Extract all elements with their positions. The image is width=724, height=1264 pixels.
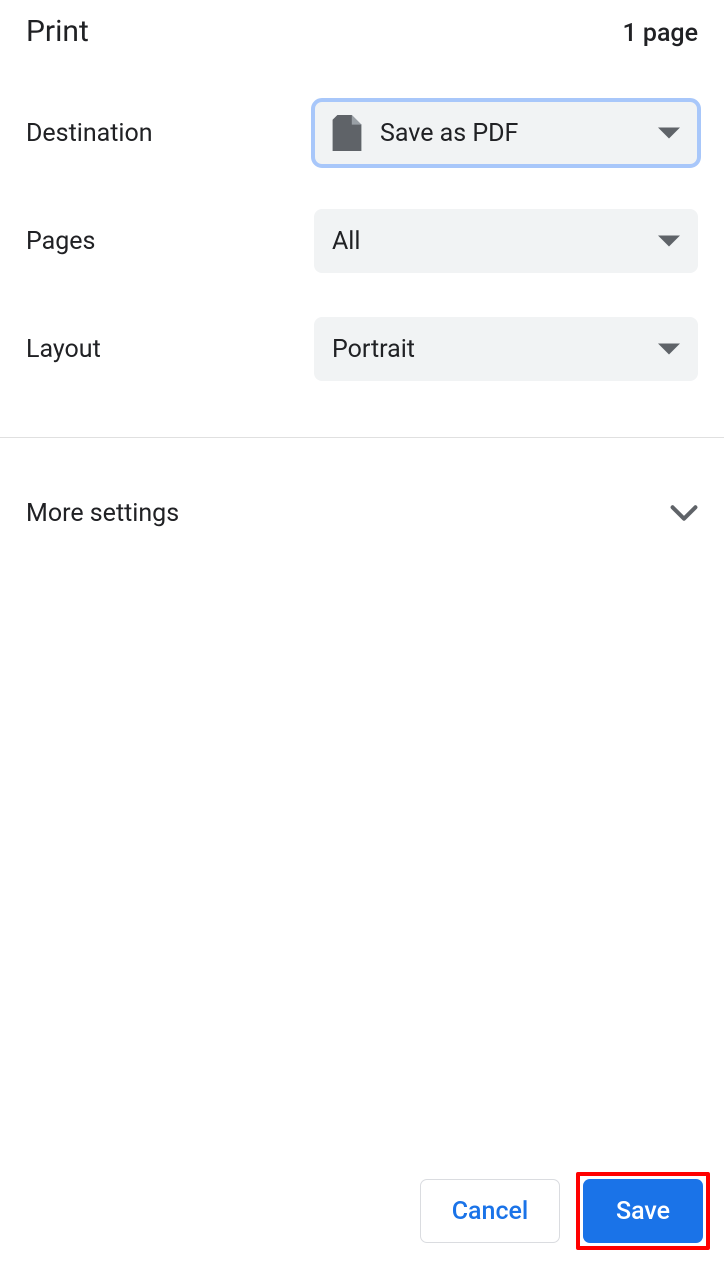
dropdown-arrow-icon xyxy=(658,235,680,247)
dropdown-arrow-icon xyxy=(658,343,680,355)
dialog-header: Print 1 page xyxy=(0,0,724,79)
pages-label: Pages xyxy=(26,227,314,256)
save-button-highlight: Save xyxy=(576,1172,710,1250)
more-settings-toggle[interactable]: More settings xyxy=(0,438,724,588)
dialog-title: Print xyxy=(26,14,89,49)
pages-row: Pages All xyxy=(26,187,698,295)
destination-select[interactable]: Save as PDF xyxy=(314,101,698,165)
destination-value: Save as PDF xyxy=(380,119,658,148)
cancel-button[interactable]: Cancel xyxy=(420,1179,560,1243)
chevron-down-icon xyxy=(670,505,698,521)
more-settings-label: More settings xyxy=(26,499,179,528)
dialog-footer: Cancel Save xyxy=(0,1158,724,1264)
layout-row: Layout Portrait xyxy=(26,295,698,403)
page-count: 1 page xyxy=(622,19,698,48)
layout-label: Layout xyxy=(26,335,314,364)
document-icon xyxy=(332,115,362,151)
dropdown-arrow-icon xyxy=(658,127,680,139)
destination-label: Destination xyxy=(26,119,314,148)
layout-select[interactable]: Portrait xyxy=(314,317,698,381)
layout-value: Portrait xyxy=(332,335,658,364)
destination-row: Destination Save as PDF xyxy=(26,79,698,187)
pages-select[interactable]: All xyxy=(314,209,698,273)
save-button[interactable]: Save xyxy=(583,1179,703,1243)
pages-value: All xyxy=(332,227,658,256)
